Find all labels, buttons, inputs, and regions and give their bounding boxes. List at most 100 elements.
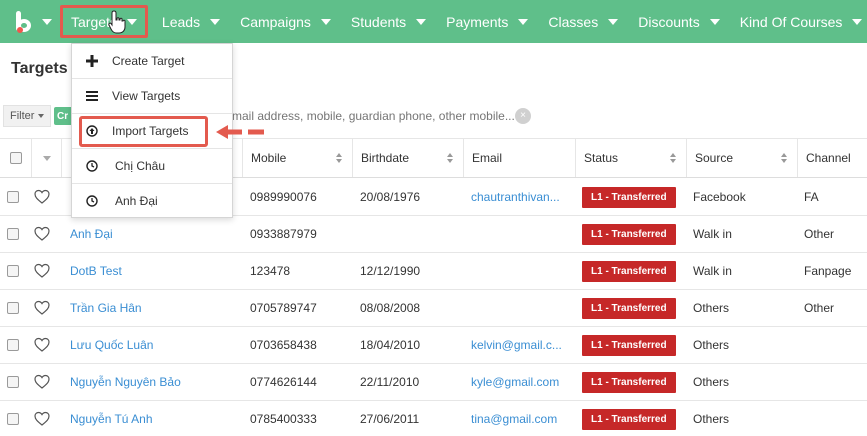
row-checkbox[interactable] xyxy=(7,413,19,425)
top-navbar: Targets Leads Campaigns Students Payment… xyxy=(0,0,867,43)
search-input[interactable] xyxy=(232,105,612,127)
cell-email[interactable]: chautranthivan... xyxy=(471,179,560,215)
select-all-checkbox[interactable] xyxy=(9,152,22,164)
row-checkbox[interactable] xyxy=(7,339,19,351)
cell-birthdate: 18/04/2010 xyxy=(360,338,421,352)
filter-button[interactable]: Filter xyxy=(3,105,52,127)
nav-campaigns-label: Campaigns xyxy=(240,13,311,30)
status-cell: L1 - Transferred xyxy=(582,179,676,215)
nav-kind-of-courses-label: Kind Of Courses xyxy=(739,13,843,30)
column-header-mobile[interactable]: Mobile xyxy=(242,139,352,177)
row-checkbox[interactable] xyxy=(7,191,19,203)
heart-icon[interactable] xyxy=(34,374,50,390)
row-checkbox-cell xyxy=(7,290,19,326)
nav-payments[interactable]: Payments xyxy=(436,0,538,43)
favorite-cell xyxy=(34,253,50,289)
cell-source: Facebook xyxy=(693,190,746,204)
column-label: Channel xyxy=(806,151,851,165)
cell-email[interactable]: tina@gmail.com xyxy=(471,401,557,436)
column-header-status[interactable]: Status xyxy=(575,139,686,177)
status-badge: L1 - Transferred xyxy=(582,260,676,282)
menu-item-create-target[interactable]: Create Target xyxy=(72,44,232,78)
chevron-down-icon xyxy=(416,18,427,25)
cell-channel: FA xyxy=(804,190,819,204)
cell-birthdate: 08/08/2008 xyxy=(360,301,421,315)
nav-kind-of-courses[interactable]: Kind Of Courses xyxy=(730,0,867,43)
row-checkbox-cell xyxy=(7,253,19,289)
status-badge: L1 - Transferred xyxy=(582,186,676,208)
target-name-link[interactable]: Lưu Quốc Luân xyxy=(70,327,153,363)
app-logo-menu[interactable] xyxy=(0,0,52,43)
cell-birthdate: 27/06/2011 xyxy=(360,412,420,426)
column-label: Mobile xyxy=(251,151,287,165)
filter-label: Filter xyxy=(10,110,35,122)
cell-channel: Other xyxy=(804,301,835,315)
cell-email[interactable]: kyle@gmail.com xyxy=(471,364,559,400)
heart-icon[interactable] xyxy=(34,189,50,205)
nav-classes[interactable]: Classes xyxy=(538,0,628,43)
plus-icon xyxy=(86,55,98,67)
nav-leads[interactable]: Leads xyxy=(152,0,230,43)
nav-classes-label: Classes xyxy=(548,13,599,30)
status-cell: L1 - Transferred xyxy=(582,253,676,289)
nav-students[interactable]: Students xyxy=(341,0,436,43)
target-name-link[interactable]: Trần Gia Hân xyxy=(70,290,142,326)
heart-icon[interactable] xyxy=(34,263,50,279)
filter-tag[interactable]: Cr xyxy=(54,107,72,125)
cell-email[interactable]: kelvin@gmail.c... xyxy=(471,327,562,363)
menu-item-recent-chi-chau[interactable]: Chị Châu xyxy=(72,149,232,183)
cell-source: Others xyxy=(693,375,730,389)
row-checkbox[interactable] xyxy=(7,265,19,277)
clock-icon xyxy=(86,195,98,207)
cell-channel: Other xyxy=(804,227,835,241)
sort-icon xyxy=(336,153,342,163)
brand-b-logo xyxy=(14,10,34,33)
menu-item-view-targets[interactable]: View Targets xyxy=(72,79,232,113)
menu-item-label: Create Target xyxy=(112,54,185,68)
heart-icon[interactable] xyxy=(34,411,50,427)
row-checkbox[interactable] xyxy=(7,376,19,388)
table-row[interactable]: Nguyễn Nguyên Bảo 0774626144 22/11/2010 kyl… xyxy=(0,364,867,401)
mass-action-toggle[interactable] xyxy=(31,139,61,177)
column-header-channel[interactable]: Channel xyxy=(797,139,867,177)
status-badge: L1 - Transferred xyxy=(582,297,676,319)
table-row[interactable]: Anh Đại 0933887979 Walk in Other L1 - Transf… xyxy=(0,216,867,253)
table-row[interactable]: Nguyễn Tú Anh 0785400333 27/06/2011 tina@gm… xyxy=(0,401,867,436)
chevron-down-icon xyxy=(518,18,529,25)
cell-birthdate: 20/08/1976 xyxy=(360,190,421,204)
heart-icon[interactable] xyxy=(34,337,50,353)
sort-icon xyxy=(447,153,453,163)
cell-source: Others xyxy=(693,412,730,426)
menu-item-recent-anh-dai[interactable]: Anh Đại xyxy=(72,184,232,218)
cell-mobile: 0989990076 xyxy=(250,190,317,204)
nav-targets[interactable]: Targets xyxy=(60,5,148,38)
status-cell: L1 - Transferred xyxy=(582,327,676,363)
column-label: Source xyxy=(695,151,734,165)
heart-icon[interactable] xyxy=(34,300,50,316)
column-header-source[interactable]: Source xyxy=(686,139,797,177)
nav-campaigns[interactable]: Campaigns xyxy=(230,0,341,43)
target-name-link[interactable]: Nguyễn Nguyên Bảo xyxy=(70,364,181,400)
table-row[interactable]: Trần Gia Hân 0705789747 08/08/2008 Others Ot… xyxy=(0,290,867,327)
target-name-link[interactable]: DotB Test xyxy=(70,253,122,289)
target-name-link[interactable]: Anh Đại xyxy=(70,216,113,252)
clear-search-icon[interactable]: × xyxy=(515,108,531,124)
row-checkbox-cell xyxy=(7,401,19,436)
target-name-link[interactable]: Nguyễn Tú Anh xyxy=(70,401,153,436)
favorite-cell xyxy=(34,216,50,252)
nav-discounts[interactable]: Discounts xyxy=(628,0,729,43)
column-header-email[interactable]: Email xyxy=(463,139,575,177)
cell-source: Walk in xyxy=(693,264,732,278)
table-row[interactable]: Lưu Quốc Luân 0703658438 18/04/2010 kelvin@… xyxy=(0,327,867,364)
status-badge: L1 - Transferred xyxy=(582,408,676,430)
table-row[interactable]: DotB Test 123478 12/12/1990 Walk in Fanpage L… xyxy=(0,253,867,290)
row-checkbox[interactable] xyxy=(7,228,19,240)
cell-birthdate: 22/11/2010 xyxy=(360,375,420,389)
heart-icon[interactable] xyxy=(34,226,50,242)
chevron-down-icon xyxy=(608,18,619,25)
column-header-birthdate[interactable]: Birthdate xyxy=(352,139,463,177)
cell-mobile: 0774626144 xyxy=(250,375,317,389)
status-cell: L1 - Transferred xyxy=(582,216,676,252)
chevron-down-icon xyxy=(852,18,863,25)
row-checkbox[interactable] xyxy=(7,302,19,314)
